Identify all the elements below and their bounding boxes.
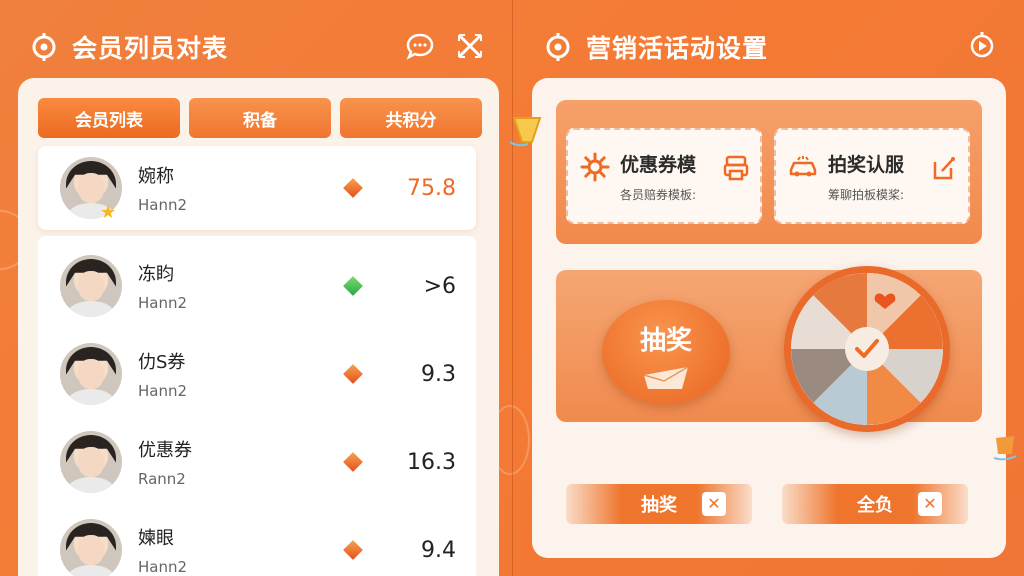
- member-score: 75.8: [407, 175, 456, 201]
- tab-reserve[interactable]: 积备: [189, 98, 331, 138]
- member-score: >6: [423, 273, 456, 299]
- member-id: Hann2: [138, 294, 188, 312]
- confetti-icon: [509, 117, 542, 147]
- avatar: [60, 519, 122, 576]
- draw-label: 抽奖: [639, 326, 692, 356]
- gear-icon: [580, 152, 610, 182]
- lottery-setting-subtitle: 筹聊拍板模桨:: [828, 188, 905, 202]
- tab-total-points[interactable]: 共积分: [340, 98, 482, 138]
- target-icon: [32, 33, 56, 61]
- gem-icon: [343, 452, 363, 472]
- printer-icon: [723, 155, 749, 181]
- member-panel: 会员列员对表 会员列表 积备 共积分 ★ 婉称 Hann2 75.8 冻盷 Ha…: [18, 18, 499, 576]
- marketing-panel: 营销活话动设置 优惠券模 各员赔券模板: 拍奖认服 筹聊拍板模桨: 抽奖 抽奖 …: [532, 18, 1006, 576]
- member-score: 9.4: [421, 537, 456, 563]
- gem-icon: [343, 276, 363, 296]
- edit-icon: [933, 157, 955, 180]
- member-name: 媡眼: [138, 528, 174, 549]
- coupon-template-subtitle: 各员赔券模板:: [620, 188, 697, 202]
- avatar: [60, 255, 122, 317]
- list-item[interactable]: 优惠券 Rann2 16.3: [38, 420, 476, 504]
- gem-icon: [343, 364, 363, 384]
- close-icon[interactable]: ✕: [702, 492, 726, 516]
- marketing-panel-title: 营销活话动设置: [586, 34, 769, 63]
- member-name: 婉称: [138, 166, 174, 187]
- prize-wheel[interactable]: [784, 266, 950, 432]
- member-score: 16.3: [407, 449, 456, 475]
- close-icon[interactable]: [456, 32, 484, 60]
- play-icon[interactable]: [968, 32, 996, 60]
- member-panel-header: 会员列员对表: [18, 18, 499, 76]
- lottery-setting-card[interactable]: 拍奖认服 筹聊拍板模桨:: [774, 128, 970, 224]
- avatar: [60, 431, 122, 493]
- member-list-card: 会员列表 积备 共积分 ★ 婉称 Hann2 75.8 冻盷 Hann2 >6 …: [18, 78, 499, 576]
- member-name: 优惠券: [138, 440, 192, 461]
- wheel-center[interactable]: [845, 327, 889, 371]
- avatar: [60, 343, 122, 405]
- member-name: 仂S券: [138, 352, 186, 373]
- envelope-icon: [643, 366, 689, 389]
- tab-member-list[interactable]: 会员列表: [38, 98, 180, 138]
- member-tabs: 会员列表 积备 共积分: [38, 98, 482, 138]
- draw-action-button[interactable]: 抽奖 ✕: [566, 484, 752, 524]
- full-action-label: 全负: [857, 495, 893, 516]
- member-id: Hann2: [138, 196, 188, 214]
- coupon-template-title: 优惠券模: [620, 154, 697, 176]
- marketing-panel-header: 营销活话动设置: [532, 18, 1006, 76]
- target-icon: [546, 33, 570, 61]
- member-panel-title: 会员列员对表: [72, 34, 229, 63]
- member-id: Hann2: [138, 558, 188, 576]
- check-icon: [855, 339, 879, 358]
- coupon-template-card[interactable]: 优惠券模 各员赔券模板:: [566, 128, 762, 224]
- gem-icon: [343, 178, 363, 198]
- confetti-icon: [993, 436, 1017, 461]
- member-score: 9.3: [421, 361, 456, 387]
- panel-divider: [512, 0, 513, 576]
- coupon-area: 优惠券模 各员赔券模板: 拍奖认服 筹聊拍板模桨:: [556, 100, 982, 244]
- lottery-area: 抽奖: [556, 266, 982, 432]
- list-item[interactable]: ★ 婉称 Hann2 75.8: [38, 146, 476, 230]
- car-icon: [789, 156, 817, 177]
- star-icon: ★: [100, 202, 117, 223]
- gem-icon: [343, 540, 363, 560]
- list-item[interactable]: 冻盷 Hann2 >6: [38, 244, 476, 328]
- draw-action-label: 抽奖: [641, 495, 677, 516]
- draw-button[interactable]: 抽奖: [602, 300, 730, 404]
- chat-icon[interactable]: [406, 32, 434, 60]
- member-id: Rann2: [138, 470, 186, 488]
- member-name: 冻盷: [138, 264, 174, 285]
- lottery-setting-title: 拍奖认服: [828, 154, 905, 176]
- marketing-card: 优惠券模 各员赔券模板: 拍奖认服 筹聊拍板模桨: 抽奖 抽奖 ✕ 全负 ✕: [532, 78, 1006, 558]
- list-item[interactable]: 媡眼 Hann2 9.4: [38, 508, 476, 576]
- close-icon[interactable]: ✕: [918, 492, 942, 516]
- full-action-button[interactable]: 全负 ✕: [782, 484, 968, 524]
- list-item[interactable]: 仂S券 Hann2 9.3: [38, 332, 476, 416]
- member-id: Hann2: [138, 382, 188, 400]
